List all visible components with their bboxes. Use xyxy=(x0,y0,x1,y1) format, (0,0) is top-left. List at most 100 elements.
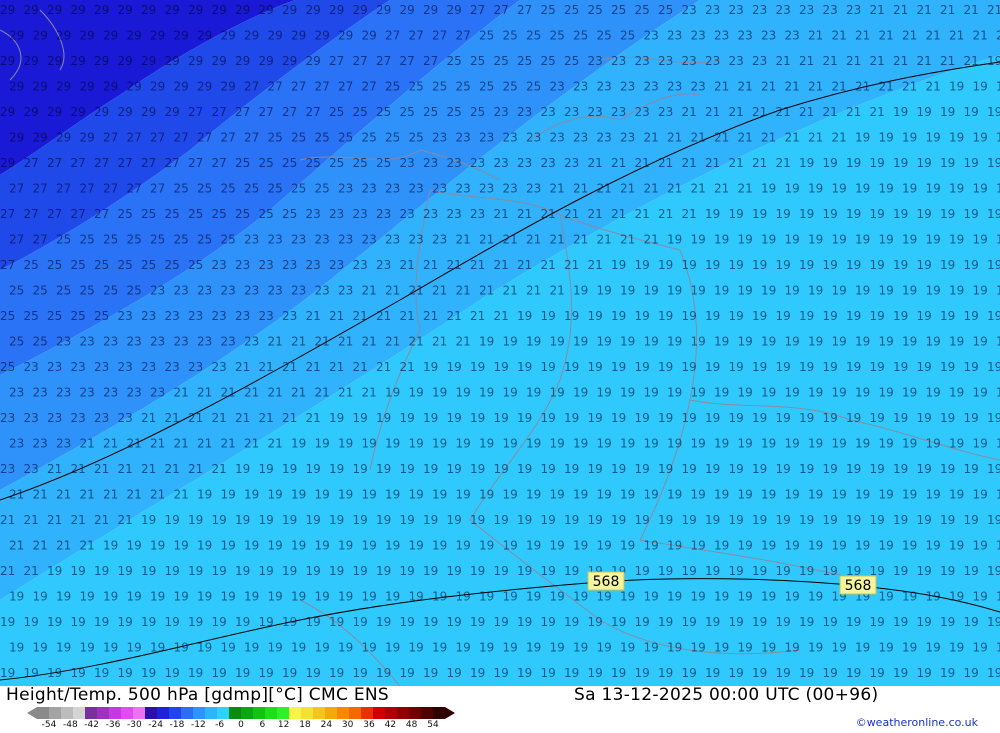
temp-value: 19 xyxy=(376,666,391,680)
temp-value: 19 xyxy=(893,105,908,119)
temp-value: 21 xyxy=(409,335,424,349)
temp-value: 21 xyxy=(503,233,518,247)
scale-tick-label: -6 xyxy=(215,720,225,730)
temp-value: 21 xyxy=(714,80,729,94)
temp-value: 21 xyxy=(588,258,603,272)
temp-value: 29 xyxy=(174,29,189,43)
temp-value: 19 xyxy=(987,207,1000,221)
temp-value: 21 xyxy=(635,207,650,221)
temp-value: 29 xyxy=(33,29,48,43)
temp-value: 25 xyxy=(282,156,297,170)
temp-value: 25 xyxy=(0,309,15,323)
temp-value: 23 xyxy=(691,80,706,94)
temp-value: 19 xyxy=(926,335,941,349)
color-swatch xyxy=(253,707,265,719)
temp-value: 19 xyxy=(550,488,565,502)
temp-value: 19 xyxy=(564,564,579,578)
temp-value: 19 xyxy=(573,539,588,553)
temp-value: 21 xyxy=(80,488,95,502)
temp-value: 19 xyxy=(541,309,556,323)
temp-value: 19 xyxy=(987,105,1000,119)
temp-value: 29 xyxy=(141,105,156,119)
temp-value: 19 xyxy=(705,513,720,527)
temp-value: 19 xyxy=(855,233,870,247)
temp-value: 29 xyxy=(291,29,306,43)
temp-value: 23 xyxy=(103,386,118,400)
temp-value: 19 xyxy=(188,666,203,680)
temp-value: 19 xyxy=(902,488,917,502)
temp-value: 25 xyxy=(432,80,447,94)
temp-value: 19 xyxy=(917,411,932,425)
temp-value: 29 xyxy=(9,80,24,94)
temp-value: 19 xyxy=(738,539,753,553)
temp-value: 21 xyxy=(940,54,955,68)
temp-value: 25 xyxy=(141,258,156,272)
temp-value: 19 xyxy=(658,564,673,578)
temp-value: 19 xyxy=(47,615,62,629)
temp-value: 25 xyxy=(353,156,368,170)
temp-value: 19 xyxy=(315,437,330,451)
temp-value: 19 xyxy=(832,539,847,553)
temp-value: 19 xyxy=(973,131,988,145)
temp-value: 21 xyxy=(705,105,720,119)
temp-value: 19 xyxy=(470,666,485,680)
temp-value: 19 xyxy=(329,411,344,425)
temp-value: 19 xyxy=(964,666,979,680)
temp-value: 29 xyxy=(33,131,48,145)
temp-value: 23 xyxy=(376,258,391,272)
color-swatch xyxy=(277,707,289,719)
temp-value: 19 xyxy=(902,590,917,604)
temp-value: 23 xyxy=(80,335,95,349)
temp-value: 19 xyxy=(573,386,588,400)
temp-value: 19 xyxy=(729,666,744,680)
temp-value: 25 xyxy=(127,233,142,247)
temp-value: 23 xyxy=(432,182,447,196)
temp-value: 19 xyxy=(197,539,212,553)
temp-value: 19 xyxy=(785,488,800,502)
temp-value: 27 xyxy=(33,233,48,247)
temp-value: 19 xyxy=(658,258,673,272)
temp-value: 29 xyxy=(94,54,109,68)
temp-value: 23 xyxy=(470,156,485,170)
temp-value: 19 xyxy=(761,539,776,553)
temp-value: 19 xyxy=(729,207,744,221)
temp-value: 19 xyxy=(855,539,870,553)
temp-value: 21 xyxy=(282,360,297,374)
temp-value: 19 xyxy=(291,437,306,451)
temp-value: 19 xyxy=(259,513,274,527)
temp-value: 19 xyxy=(902,386,917,400)
color-swatch xyxy=(49,707,61,719)
temp-value: 19 xyxy=(127,539,142,553)
temp-value: 19 xyxy=(902,284,917,298)
temp-value: 25 xyxy=(526,29,541,43)
temp-value: 19 xyxy=(785,233,800,247)
temp-value: 19 xyxy=(376,411,391,425)
temp-value: 29 xyxy=(103,80,118,94)
temp-value: 19 xyxy=(823,462,838,476)
temp-value: 27 xyxy=(268,80,283,94)
temp-value: 23 xyxy=(785,29,800,43)
temp-value: 23 xyxy=(33,386,48,400)
temp-value: 21 xyxy=(808,29,823,43)
temp-value: 23 xyxy=(588,54,603,68)
temp-value: 19 xyxy=(94,666,109,680)
temp-value: 19 xyxy=(691,233,706,247)
temp-value: 29 xyxy=(56,131,71,145)
color-swatch xyxy=(37,707,49,719)
temp-value: 21 xyxy=(541,207,556,221)
temp-value: 25 xyxy=(221,233,236,247)
temp-value: 25 xyxy=(447,105,462,119)
temp-value: 19 xyxy=(564,615,579,629)
temp-value: 29 xyxy=(71,3,86,17)
temp-value: 21 xyxy=(479,284,494,298)
temp-value: 21 xyxy=(235,360,250,374)
temp-value: 19 xyxy=(729,309,744,323)
temp-value: 19 xyxy=(165,564,180,578)
credit-link[interactable]: ©weatheronline.co.uk xyxy=(856,716,978,729)
temp-value: 27 xyxy=(362,80,377,94)
temp-value: 25 xyxy=(503,29,518,43)
temp-value: 19 xyxy=(714,590,729,604)
temp-value: 21 xyxy=(752,105,767,119)
temp-value: 23 xyxy=(221,284,236,298)
temp-value: 19 xyxy=(423,615,438,629)
